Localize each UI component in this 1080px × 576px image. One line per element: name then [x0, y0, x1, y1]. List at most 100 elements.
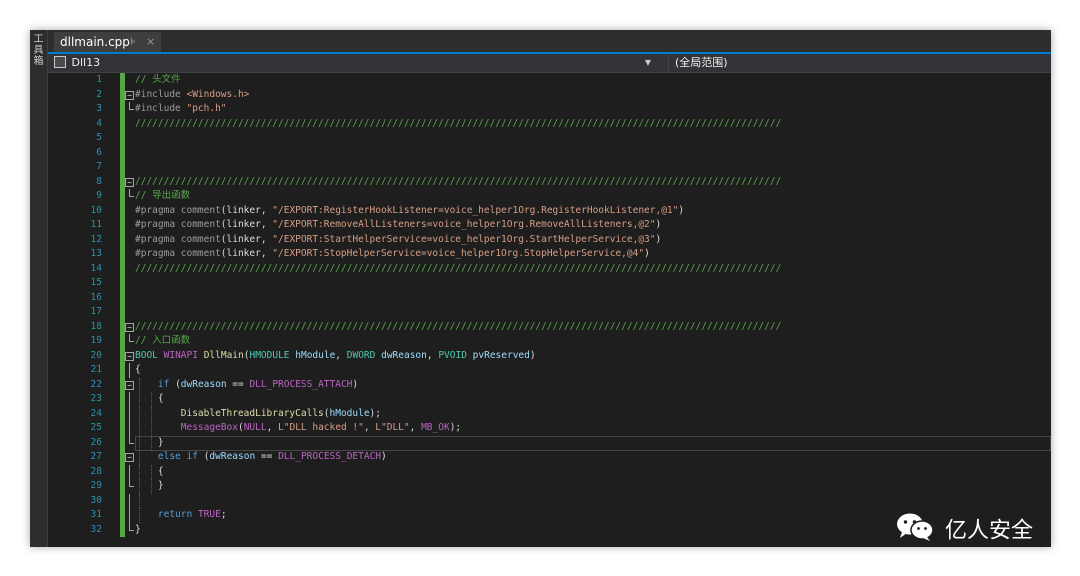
code-text: return TRUE; — [135, 508, 227, 523]
collapse-icon[interactable]: − — [125, 322, 134, 332]
code-line[interactable]: 23 { — [48, 392, 1051, 407]
code-text: MessageBox(NULL, L"DLL hacked !", L"DLL"… — [135, 421, 461, 436]
line-number: 5 — [96, 132, 102, 143]
line-number: 17 — [90, 306, 102, 317]
code-text: // 头文件 — [135, 73, 181, 88]
line-number: 31 — [90, 509, 102, 520]
line-number: 18 — [90, 320, 102, 332]
scope-dropdown[interactable]: (全局范围) — [675, 54, 728, 72]
code-text: { — [135, 363, 141, 378]
outline-guide — [129, 464, 130, 479]
pin-icon[interactable]: ⊧ — [130, 32, 136, 52]
code-line[interactable]: 6 — [48, 145, 1051, 160]
code-line[interactable]: 30 — [48, 493, 1051, 508]
code-token: (linker, — [220, 233, 273, 245]
code-line[interactable]: 29 } — [48, 479, 1051, 494]
line-number: 16 — [90, 291, 102, 303]
watermark-text: 亿人安全 — [945, 518, 1034, 544]
code-line[interactable]: 25 MessageBox(NULL, L"DLL hacked !", L"D… — [48, 421, 1051, 436]
code-line[interactable]: 4 ///////////////////////////////////////… — [48, 116, 1051, 131]
code-line[interactable]: 22 − if (dwReason == DLL_PROCESS_ATTACH) — [48, 377, 1051, 392]
code-token: pvReserved — [472, 349, 530, 361]
code-line[interactable]: 26 } — [48, 435, 1051, 451]
code-line[interactable]: 28 { — [48, 464, 1051, 479]
tab-dllmain-cpp[interactable]: dllmain.cpp ⊧ × — [54, 32, 161, 52]
code-token: "/EXPORT:StopHelperService=voice_helper1… — [272, 248, 645, 259]
collapse-icon[interactable]: − — [125, 90, 134, 100]
line-number: 14 — [90, 262, 102, 274]
change-indicator — [120, 203, 125, 218]
code-line[interactable]: 18 −/////////////////////////////////////… — [48, 319, 1051, 334]
code-token: ////////////////////////////////////////… — [135, 262, 782, 274]
code-token: <Windows.h> — [186, 88, 250, 100]
code-token: // 入口函数 — [135, 335, 191, 346]
code-token: "/EXPORT:RemoveAllListeners=voice_helper… — [272, 219, 656, 230]
change-indicator — [120, 218, 125, 233]
collapse-icon[interactable]: − — [125, 351, 134, 361]
code-text: ////////////////////////////////////////… — [135, 175, 781, 190]
code-token: #include — [135, 103, 187, 114]
code-line[interactable]: 8 −//////////////////////////////////////… — [48, 174, 1051, 190]
code-line[interactable]: 16 — [48, 290, 1051, 305]
code-token: ////////////////////////////////////////… — [135, 320, 782, 332]
code-line[interactable]: 21 { — [48, 363, 1051, 378]
code-token: , — [335, 349, 347, 361]
code-token: ( — [169, 378, 181, 390]
project-dropdown[interactable]: Dll13 ▼ — [54, 54, 651, 72]
code-line[interactable]: 27 − else if (dwReason == DLL_PROCESS_DET… — [48, 450, 1051, 465]
line-number: 7 — [96, 161, 102, 172]
toolbox-label: 工具箱 — [33, 34, 44, 67]
code-token: #pragma comment — [135, 248, 221, 259]
code-text: else if (dwReason == DLL_PROCESS_DETACH) — [135, 450, 387, 465]
collapse-icon[interactable]: − — [125, 177, 134, 187]
code-line[interactable]: 15 — [48, 276, 1051, 291]
code-editor[interactable]: 1// 头文件 2− #include <Windows.h> 3 #include "… — [48, 73, 1051, 547]
code-line[interactable]: 2 − #include <Windows.h> — [48, 87, 1051, 103]
change-indicator — [120, 464, 125, 479]
visual-studio-window: 工具箱 dllmain.cpp ⊧ × Dll13 ▼ (全局范围) 1 // 头… — [30, 30, 1051, 547]
code-line[interactable]: 3 #include "pch.h" — [48, 102, 1051, 117]
code-line[interactable]: 12 #pragma comment(linker, "/EXPORT:Start… — [48, 232, 1051, 247]
code-line[interactable]: 17 — [48, 305, 1051, 320]
line-number: 32 — [90, 523, 102, 535]
code-line[interactable]: 13 #pragma comment(linker, "/EXPORT:StopH… — [48, 247, 1051, 262]
change-indicator — [120, 116, 125, 131]
toolbox-side-tab[interactable]: 工具箱 — [30, 30, 48, 547]
code-token: ////////////////////////////////////////… — [135, 175, 782, 187]
code-line[interactable]: 1 // 头文件 — [48, 73, 1051, 88]
code-token: == — [226, 378, 250, 390]
code-token: PVOID — [438, 349, 467, 361]
code-token: hModule — [329, 407, 370, 419]
code-line[interactable]: 5 — [48, 131, 1051, 146]
scope-label: (全局范围) — [675, 56, 728, 69]
change-indicator — [120, 247, 125, 262]
change-indicator — [120, 232, 125, 247]
line-number: 15 — [90, 277, 102, 288]
code-token: DisableThreadLibraryCalls — [180, 407, 324, 419]
change-indicator — [120, 421, 125, 436]
change-indicator — [120, 508, 125, 523]
code-token: ////////////////////////////////////////… — [135, 117, 782, 129]
code-text: } — [135, 523, 141, 538]
outline-guide — [129, 421, 130, 436]
code-line[interactable]: 10 #pragma comment(linker, "/EXPORT:Regis… — [48, 203, 1051, 218]
line-number: 20 — [90, 349, 102, 361]
code-line[interactable]: 14 //////////////////////////////////////… — [48, 261, 1051, 276]
code-token: DLL_PROCESS_DETACH — [278, 451, 382, 462]
change-indicator — [120, 189, 125, 204]
code-line[interactable]: 20 − BOOL WINAPI DllMain(HMODULE hModule, … — [48, 348, 1051, 363]
code-line[interactable]: 9 // 导出函数 — [48, 189, 1051, 204]
code-line[interactable]: 11 #pragma comment(linker, "/EXPORT:Remov… — [48, 218, 1051, 233]
code-line[interactable]: 7 — [48, 160, 1051, 175]
code-text: #include <Windows.h> — [135, 88, 249, 103]
close-icon[interactable]: × — [146, 32, 155, 52]
collapse-icon[interactable]: − — [125, 453, 134, 462]
code-line[interactable]: 19 // 入口函数 — [48, 334, 1051, 349]
code-token: #pragma comment — [135, 233, 221, 245]
code-token: ); — [369, 407, 381, 419]
change-indicator — [120, 479, 125, 494]
collapse-icon[interactable]: − — [125, 380, 134, 390]
code-token: L"DLL" — [375, 422, 410, 433]
code-line[interactable]: 24 DisableThreadLibraryCalls(hModule); — [48, 406, 1051, 421]
